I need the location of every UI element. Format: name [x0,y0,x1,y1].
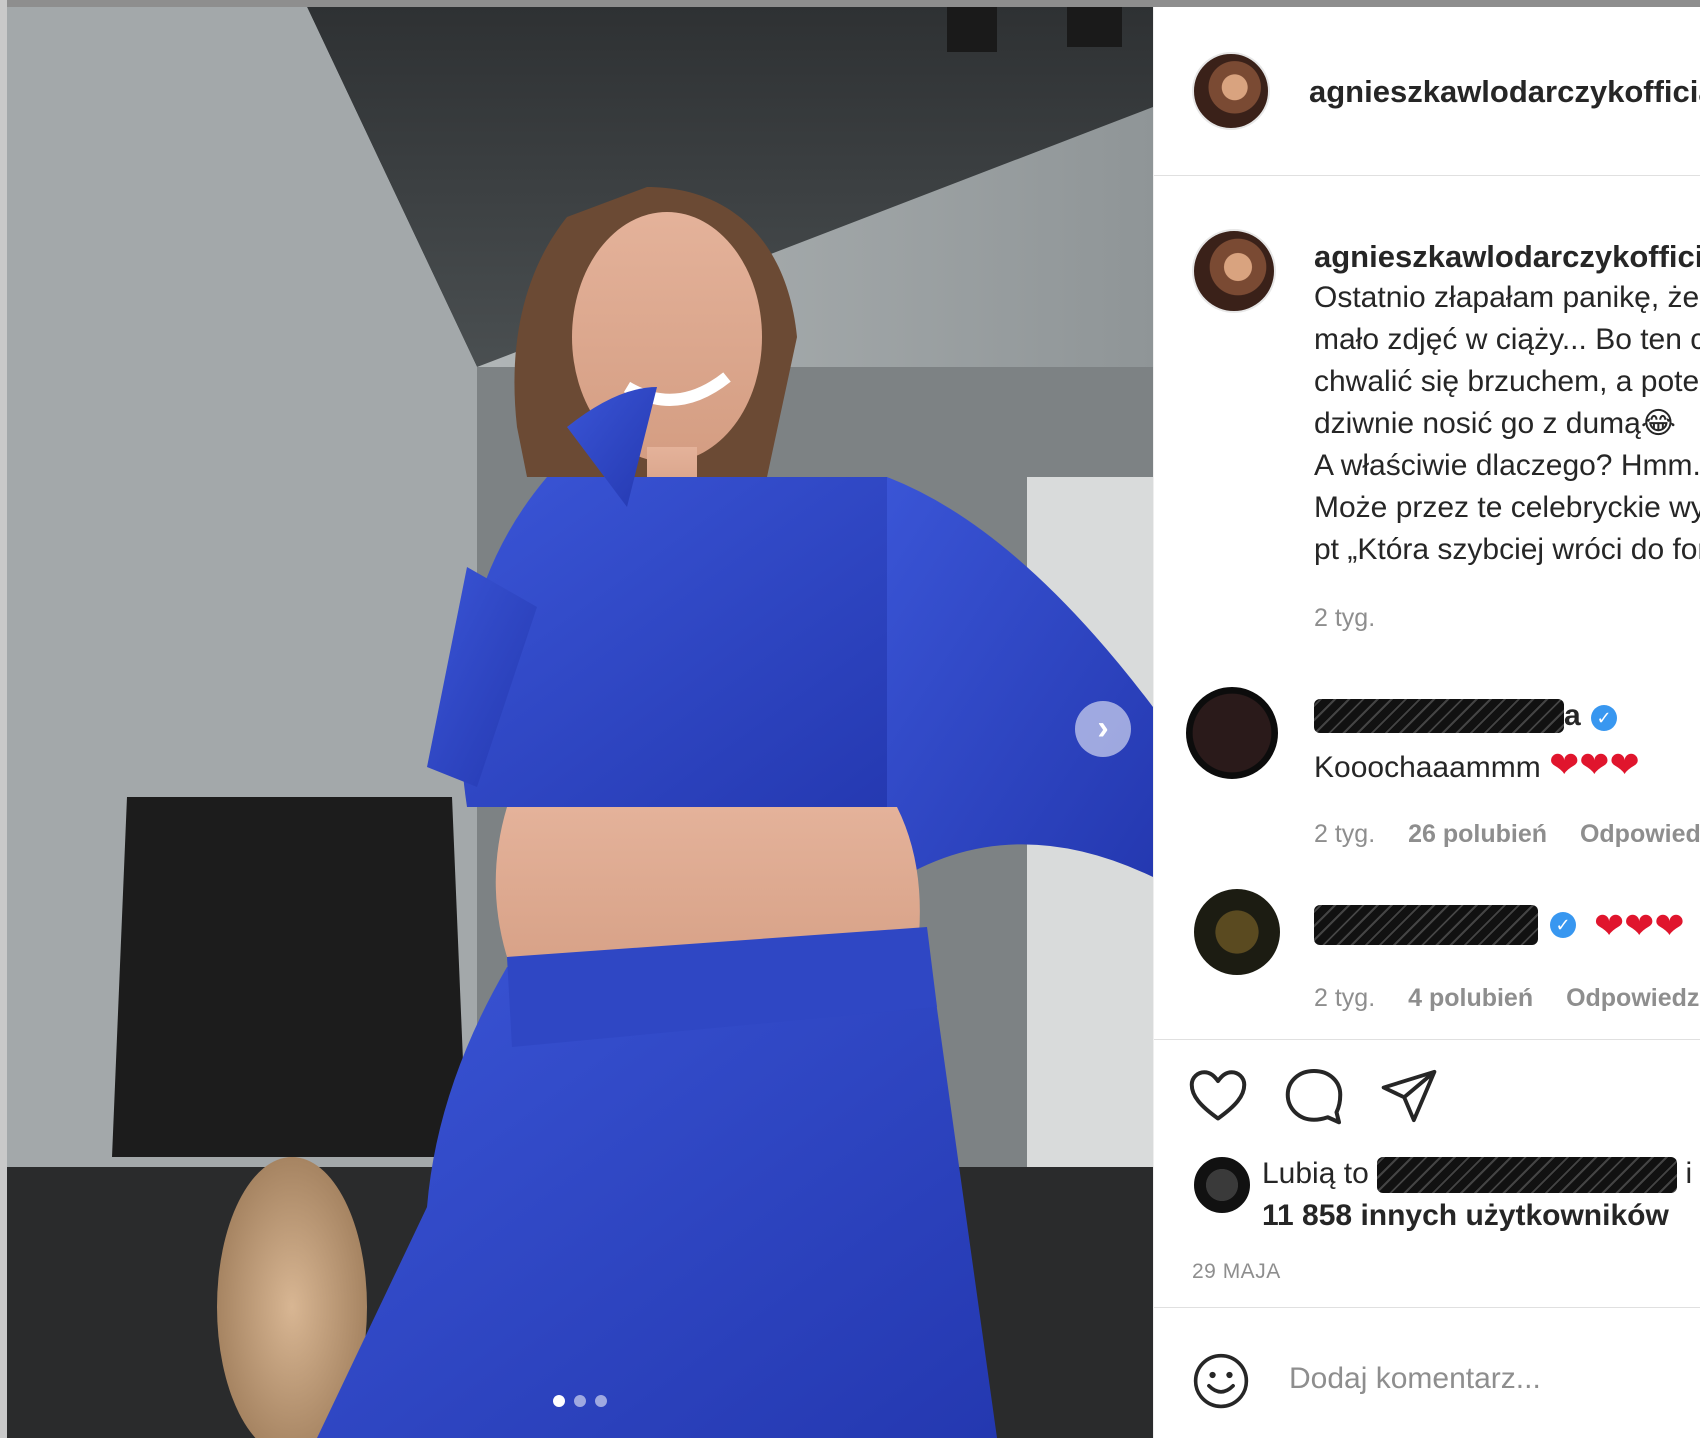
comment-likes[interactable]: 26 polubień [1408,820,1547,848]
author-avatar[interactable] [1192,52,1270,130]
comment-body: Kooochaaammm [1314,751,1541,784]
likes-summary: Lubią to i [1262,1157,1693,1194]
hearts-emoji: ❤❤❤ [1594,905,1685,946]
action-bar [1188,1067,1438,1125]
commenter-username[interactable] [1314,905,1538,945]
carousel-dot [574,1395,586,1407]
redacted-username [1314,699,1564,733]
heart-icon[interactable] [1188,1068,1248,1124]
add-comment-bar: Dodaj komentarz... [1154,1307,1700,1438]
caption-line: Ostatnio złapałam panikę, że mam [1314,281,1700,314]
caption-text: Ostatnio złapałam panikę, że mam mało zd… [1314,277,1700,571]
caption-line: mało zdjęć w ciąży... Bo ten czas [1314,323,1700,356]
likes-suffix: i [1685,1157,1693,1190]
caption-line: pt „Która szybciej wróci do formy” [1314,533,1700,566]
smiley-icon[interactable] [1192,1352,1250,1410]
comment-likes[interactable]: 4 polubień [1408,984,1533,1012]
carousel-next-button[interactable]: › [1075,701,1131,757]
comment-meta: 2 tyg. 4 polubień Odpowiedz [1314,984,1699,1013]
chevron-right-icon: › [1097,708,1109,747]
carousel-dot [553,1395,565,1407]
redacted-liker[interactable] [1377,1157,1678,1194]
post-date[interactable]: 29 MAJA [1192,1260,1281,1284]
comments-divider [1154,1039,1700,1040]
caption-line: Może przez te celebryckie wyścigi [1314,491,1700,524]
likes-count[interactable]: 11 858 innych użytkowników [1262,1199,1669,1233]
verified-badge-icon: ✓ [1591,705,1617,731]
header-divider [1154,175,1700,176]
comment-text: ❤❤❤ [1594,905,1685,947]
caption-line: chwalić się brzuchem, a potem [1314,365,1700,398]
comment-text: Kooochaaammm ❤❤❤ [1314,744,1640,786]
verified-badge-icon: ✓ [1550,912,1576,938]
post-side-panel: agnieszkawlodarczykofficial agnieszkawlo… [1153,7,1700,1438]
window-left-border [0,0,7,1438]
add-comment-input[interactable]: Dodaj komentarz... [1289,1362,1541,1396]
caption-username[interactable]: agnieszkawlodarczykofficial [1314,239,1700,275]
window-top-border [0,0,1700,7]
reply-button[interactable]: Odpowiedz [1566,984,1699,1012]
caption-line: A właściwie dlaczego? Hmm... [1314,449,1700,482]
caption-timestamp[interactable]: 2 tyg. [1314,604,1375,633]
comment-icon[interactable] [1284,1067,1344,1125]
caption-avatar[interactable] [1192,229,1276,313]
likes-prefix: Lubią to [1262,1157,1369,1190]
carousel-indicator [553,1395,607,1407]
reply-button[interactable]: Odpowiedz [1580,820,1700,848]
caption-line: dziwnie nosić go z dumą😂 [1314,407,1676,440]
post-photo[interactable]: › [7,7,1153,1438]
commenter-avatar[interactable] [1192,887,1282,977]
comment-timestamp[interactable]: 2 tyg. [1314,984,1375,1012]
comment-timestamp[interactable]: 2 tyg. [1314,820,1375,848]
hearts-emoji: ❤❤❤ [1549,744,1640,785]
photo-illustration [7,7,1153,1438]
redacted-username [1314,905,1538,945]
comment-meta: 2 tyg. 26 polubień Odpowiedz [1314,820,1700,849]
liker-avatar[interactable] [1192,1155,1252,1215]
header-username[interactable]: agnieszkawlodarczykofficial [1309,74,1700,110]
commenter-avatar[interactable] [1184,685,1280,781]
username-tail: a [1564,699,1581,732]
paper-plane-icon[interactable] [1380,1068,1438,1124]
carousel-dot [595,1395,607,1407]
commenter-username[interactable]: a [1314,699,1581,733]
